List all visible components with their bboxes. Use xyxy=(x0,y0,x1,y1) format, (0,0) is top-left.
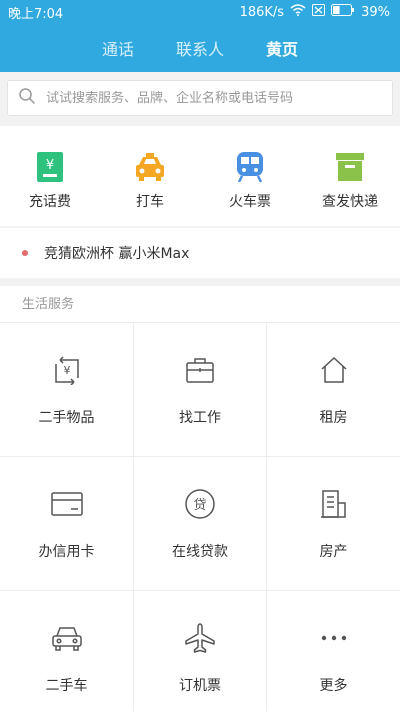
service-label: 二手车 xyxy=(45,678,88,694)
tab-bar: 通话 联系人 黄页 xyxy=(0,30,400,66)
quick-action-recharge[interactable]: ¥ 充话费 xyxy=(0,126,100,226)
quick-action-train[interactable]: 火车票 xyxy=(200,126,300,226)
service-used-car[interactable]: 二手车 xyxy=(0,591,134,711)
life-services: 生活服务 ¥ 二手物品 找工作 租房 办信用卡 贷 在线贷款 房产 二手车 订机… xyxy=(0,286,400,711)
train-icon xyxy=(234,151,266,183)
tab-contacts[interactable]: 联系人 xyxy=(176,36,224,60)
service-label: 找工作 xyxy=(179,410,221,426)
services-grid: ¥ 二手物品 找工作 租房 办信用卡 贷 在线贷款 房产 二手车 订机票 更多 xyxy=(0,323,400,711)
building-icon xyxy=(317,487,351,521)
exchange-icon: ¥ xyxy=(50,353,84,387)
svg-text:¥: ¥ xyxy=(63,364,70,377)
search-icon xyxy=(18,87,36,109)
service-label: 办信用卡 xyxy=(38,544,95,560)
service-flight-ticket[interactable]: 订机票 xyxy=(134,591,267,711)
service-real-estate[interactable]: 房产 xyxy=(267,457,400,591)
briefcase-icon xyxy=(183,353,217,387)
network-speed: 186K/s xyxy=(239,4,285,20)
no-sim-icon xyxy=(312,4,326,20)
service-credit-card[interactable]: 办信用卡 xyxy=(0,457,134,591)
house-icon xyxy=(317,353,351,387)
quick-action-label: 查发快递 xyxy=(322,194,378,210)
quick-action-label: 打车 xyxy=(136,194,164,210)
car-icon xyxy=(50,621,84,655)
service-label: 租房 xyxy=(319,410,348,426)
search-input[interactable] xyxy=(46,90,386,106)
quick-actions: ¥ 充话费 打车 火车票 查发快递 xyxy=(0,126,400,226)
airplane-icon xyxy=(183,621,217,655)
service-secondhand-goods[interactable]: ¥ 二手物品 xyxy=(0,323,134,457)
service-more[interactable]: 更多 xyxy=(267,591,400,711)
status-bar: 晚上7:04 186K/s 39% xyxy=(0,0,400,24)
quick-action-label: 充话费 xyxy=(29,194,71,210)
package-icon xyxy=(334,151,366,183)
taxi-icon xyxy=(134,151,166,183)
quick-action-express[interactable]: 查发快递 xyxy=(300,126,400,226)
status-time: 晚上7:04 xyxy=(8,6,64,22)
service-find-job[interactable]: 找工作 xyxy=(134,323,267,457)
svg-text:¥: ¥ xyxy=(46,158,54,173)
section-title: 生活服务 xyxy=(0,286,400,323)
service-rent-house[interactable]: 租房 xyxy=(267,323,400,457)
loan-icon: 贷 xyxy=(183,487,217,521)
tab-calls[interactable]: 通话 xyxy=(102,36,134,60)
phone-bill-icon: ¥ xyxy=(34,151,66,183)
quick-action-taxi[interactable]: 打车 xyxy=(100,126,200,226)
service-label: 订机票 xyxy=(179,678,221,694)
search-box[interactable] xyxy=(7,80,393,116)
more-icon xyxy=(317,621,351,655)
battery-icon xyxy=(331,4,355,20)
app-header: 晚上7:04 186K/s 39% 通话 联系人 黄页 xyxy=(0,0,400,72)
quick-action-label: 火车票 xyxy=(229,194,271,210)
service-label: 在线贷款 xyxy=(172,544,228,560)
status-indicators: 186K/s 39% xyxy=(240,4,390,20)
service-label: 更多 xyxy=(319,678,348,694)
wifi-icon xyxy=(290,4,306,20)
credit-card-icon xyxy=(50,487,84,521)
service-label: 房产 xyxy=(319,544,348,560)
promo-banner[interactable]: 竞猜欧洲杯 赢小米Max xyxy=(0,228,400,278)
tab-yellow-pages[interactable]: 黄页 xyxy=(266,36,298,60)
battery-level: 39% xyxy=(361,4,390,20)
service-label: 二手物品 xyxy=(38,410,95,426)
promo-dot xyxy=(22,250,28,256)
promo-text: 竞猜欧洲杯 赢小米Max xyxy=(44,246,190,262)
service-online-loan[interactable]: 贷 在线贷款 xyxy=(134,457,267,591)
search-area xyxy=(0,72,400,124)
svg-text:贷: 贷 xyxy=(193,498,206,513)
